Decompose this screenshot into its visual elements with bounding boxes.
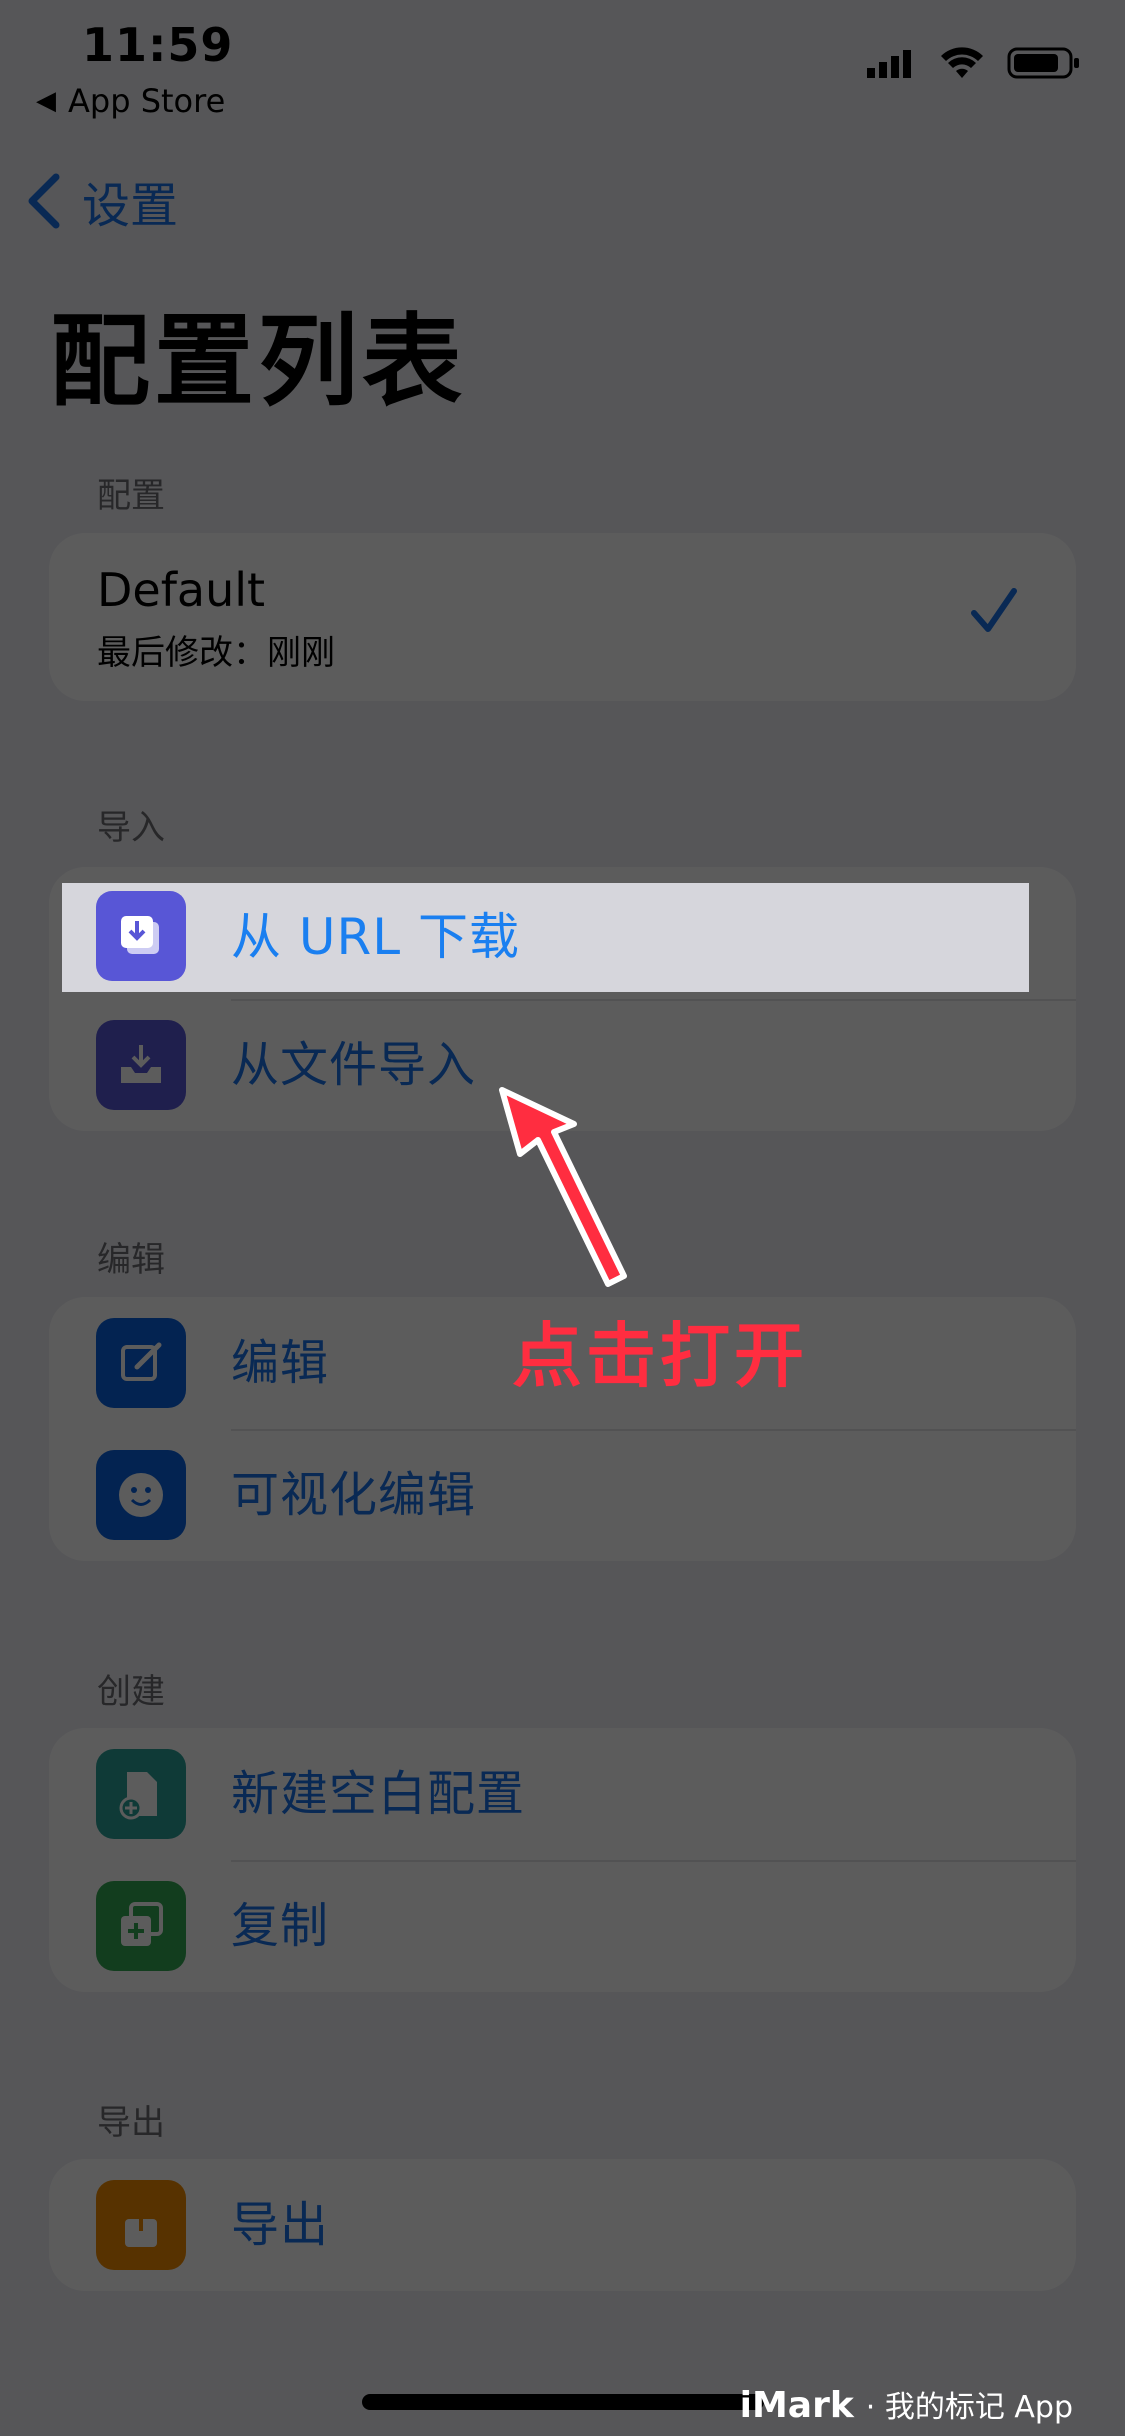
config-name: Default <box>97 563 266 617</box>
back-label: 设置 <box>82 178 179 234</box>
wifi-icon <box>941 47 983 78</box>
home-indicator[interactable] <box>362 2394 764 2410</box>
section-header-export: 导出 <box>97 2103 165 2143</box>
page-title: 配置列表 <box>50 303 466 420</box>
share-icon <box>96 2180 186 2270</box>
back-triangle-icon: ◀ <box>36 86 56 116</box>
watermark-text: · 我的标记 App <box>865 2390 1073 2425</box>
duplicate-label: 复制 <box>231 1898 330 1954</box>
checkmark-icon <box>971 588 1017 632</box>
config-card: Default 最后修改：刚刚 <box>49 533 1076 701</box>
watermark: iMark · 我的标记 App <box>740 2382 1073 2426</box>
new-blank-config-label: 新建空白配置 <box>231 1766 526 1822</box>
status-time: 11:59 <box>82 18 234 72</box>
back-to-app-link[interactable]: ◀ App Store <box>36 82 225 120</box>
annotation-arrow-icon <box>499 1087 627 1287</box>
tray-import-icon <box>96 1020 186 1110</box>
chevron-left-icon <box>28 173 60 229</box>
import-from-file-label: 从文件导入 <box>231 1037 477 1093</box>
settings-screen: 11:59 ◀ App Store 设置 配置列表 配置 Default 最后修… <box>0 0 1125 2436</box>
export-row[interactable]: 导出 <box>49 2159 1076 2291</box>
highlighted-import-from-url-row[interactable]: 从 URL 下载 <box>62 883 1029 992</box>
back-app-label: App Store <box>68 82 226 120</box>
visual-edit-label: 可视化编辑 <box>231 1467 477 1523</box>
status-icons <box>867 46 1081 80</box>
annotation-callout: 点击打开 <box>512 1315 808 1397</box>
create-card: 新建空白配置 复制 <box>49 1728 1076 1992</box>
highlighted-row-label: 从 URL 下载 <box>231 908 520 966</box>
battery-icon <box>1007 47 1079 79</box>
config-row-default[interactable]: Default 最后修改：刚刚 <box>49 533 1076 701</box>
duplicate-row[interactable]: 复制 <box>49 1860 1076 1992</box>
cellular-signal-icon <box>867 50 911 78</box>
visual-edit-row[interactable]: 可视化编辑 <box>49 1429 1076 1561</box>
edit-label: 编辑 <box>231 1335 330 1391</box>
export-card: 导出 <box>49 2159 1076 2291</box>
watermark-brand: iMark <box>739 2385 854 2426</box>
back-button[interactable]: 设置 <box>24 166 178 236</box>
section-header-config: 配置 <box>97 476 165 516</box>
section-header-import: 导入 <box>97 808 165 848</box>
section-header-create: 创建 <box>97 1672 165 1712</box>
square-pencil-icon <box>96 1318 186 1408</box>
section-header-edit: 编辑 <box>97 1240 165 1280</box>
download-tray-icon <box>96 891 186 981</box>
new-document-icon <box>96 1749 186 1839</box>
config-last-modified: 最后修改：刚刚 <box>97 633 335 673</box>
export-label: 导出 <box>231 2197 330 2253</box>
smiley-face-icon <box>96 1450 186 1540</box>
duplicate-icon <box>96 1881 186 1971</box>
new-blank-config-row[interactable]: 新建空白配置 <box>49 1728 1076 1860</box>
